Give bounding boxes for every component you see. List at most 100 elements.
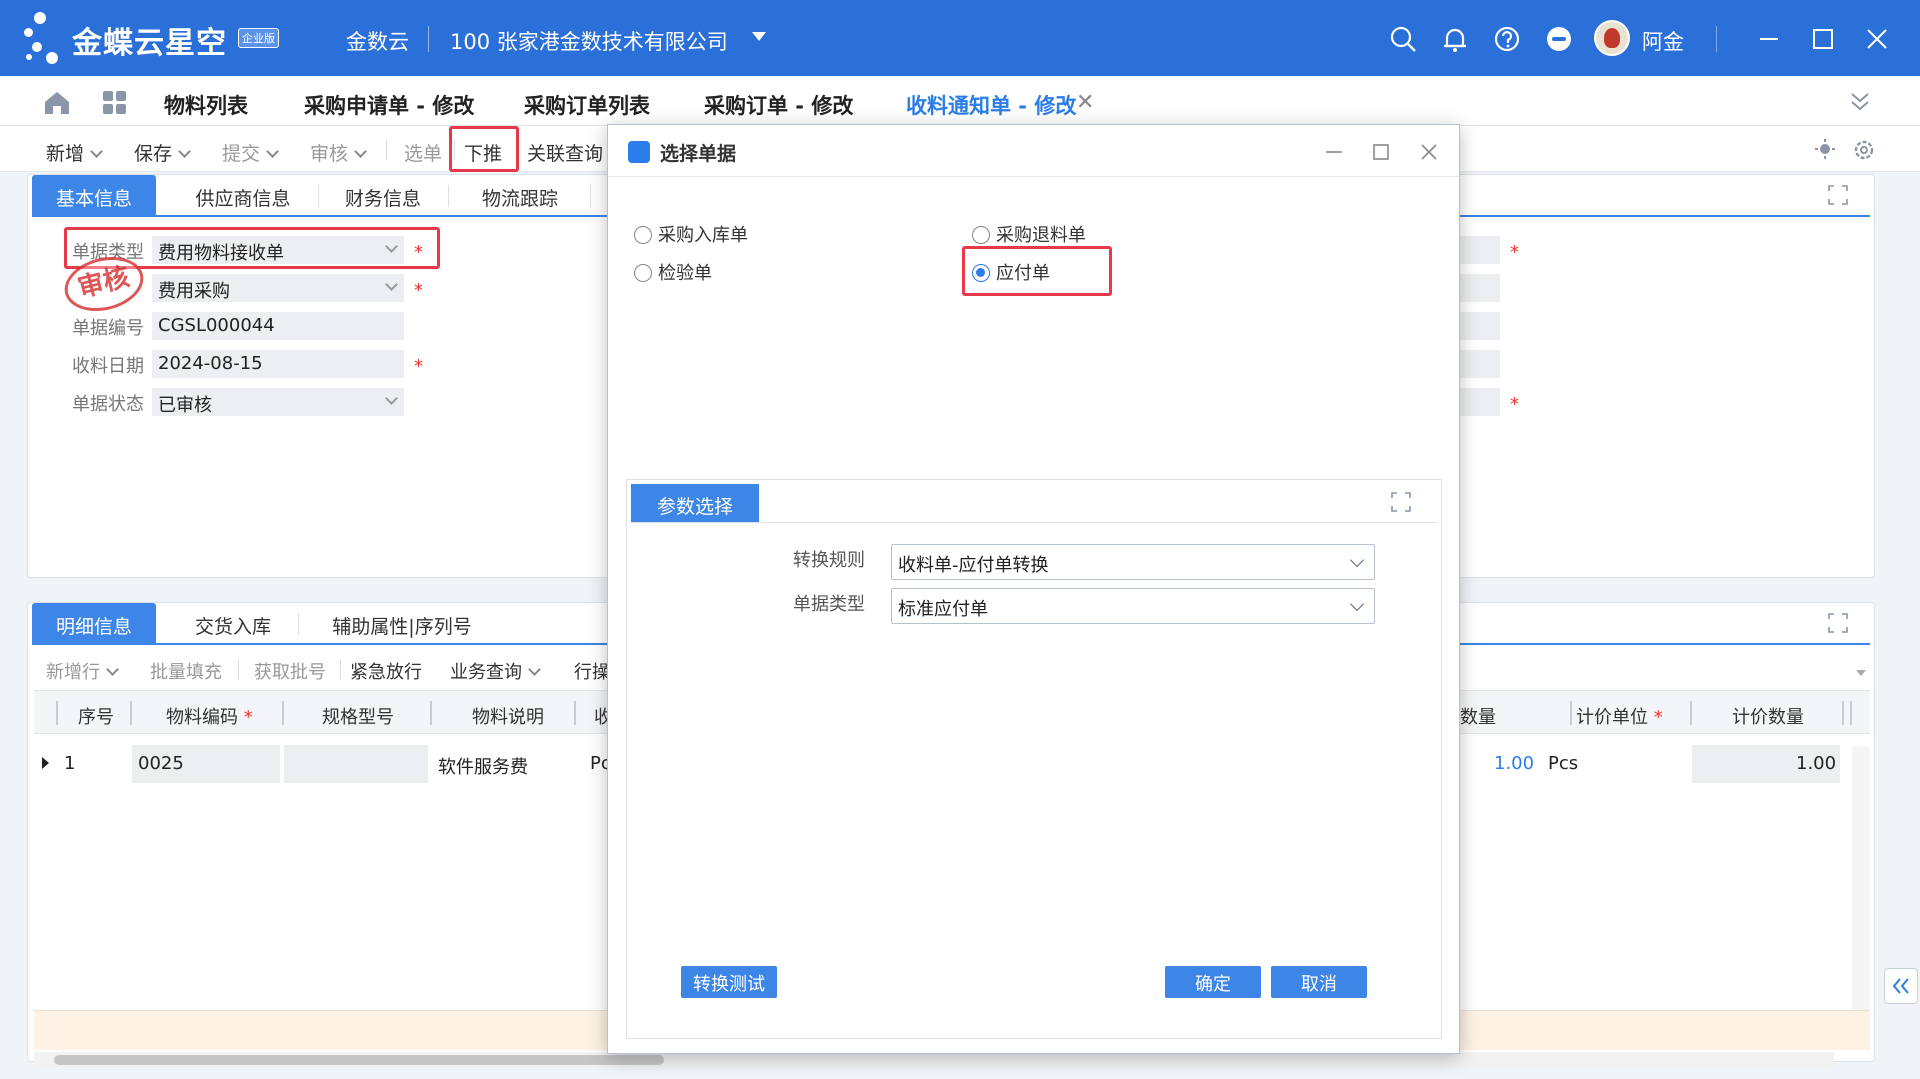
bill-no-field[interactable]: CGSL000044	[152, 312, 404, 340]
right-field-2[interactable]	[1460, 274, 1500, 302]
push-down-highlight	[449, 126, 519, 172]
tab-detail-info[interactable]: 明细信息	[32, 603, 156, 643]
chevron-down-icon[interactable]	[385, 278, 398, 291]
linked-query-button[interactable]: 关联查询	[527, 139, 603, 166]
apps-grid-icon[interactable]	[102, 90, 128, 116]
side-collapse-button[interactable]	[1884, 968, 1918, 1004]
close-icon[interactable]	[1418, 141, 1440, 163]
batch-fill-button[interactable]: 批量填充	[150, 658, 222, 684]
tab-aux-attributes[interactable]: 辅助属性|序列号	[312, 603, 492, 643]
new-label: 新增	[46, 143, 85, 165]
radio-circle[interactable]	[972, 226, 990, 244]
save-button[interactable]: 保存	[134, 139, 191, 166]
tab-basic-info[interactable]: 基本信息	[32, 175, 156, 215]
chevron-down-icon[interactable]	[106, 663, 119, 676]
tab-purchase-order-list[interactable]: 采购订单列表	[524, 90, 650, 120]
status-field[interactable]: 已审核	[152, 388, 404, 416]
right-field-4[interactable]	[1460, 350, 1500, 378]
col-material-code[interactable]: 物料编码 *	[166, 703, 253, 729]
bell-icon[interactable]	[1440, 24, 1470, 54]
settings-icon[interactable]	[1852, 138, 1876, 162]
cancel-button[interactable]: 取消	[1271, 966, 1367, 998]
convert-rule-select[interactable]: 收料单-应付单转换	[891, 544, 1375, 580]
tab-close-icon[interactable]: ✕	[1076, 90, 1094, 115]
scrollbar-thumb[interactable]	[54, 1055, 664, 1065]
right-field-5[interactable]	[1460, 388, 1500, 416]
chevron-down-icon[interactable]	[385, 392, 398, 405]
cloud-label[interactable]: 金数云	[346, 26, 409, 56]
col-description[interactable]: 物料说明	[472, 703, 544, 729]
new-button[interactable]: 新增	[46, 139, 103, 166]
chevron-down-icon[interactable]	[90, 145, 103, 158]
minimize-icon[interactable]	[1323, 141, 1345, 163]
chevron-down-icon[interactable]	[528, 663, 541, 676]
vertical-scrollbar[interactable]	[1852, 746, 1870, 1036]
chevron-down-icon[interactable]	[1349, 596, 1365, 612]
chevron-down-icon[interactable]	[266, 145, 279, 158]
tab-purchase-order-edit[interactable]: 采购订单 - 修改	[704, 90, 853, 120]
tab-param-select[interactable]: 参数选择	[631, 484, 759, 522]
chevron-down-icon[interactable]	[354, 145, 367, 158]
radio-purchase-return[interactable]: 采购退料单	[972, 221, 1086, 247]
business-query-button[interactable]: 业务查询	[450, 658, 541, 684]
col-seq[interactable]: 序号	[78, 703, 114, 729]
expand-icon[interactable]	[1391, 492, 1411, 512]
org-dropdown-icon[interactable]	[752, 32, 766, 41]
cell-price-unit[interactable]: Pcs	[1548, 753, 1578, 774]
home-icon[interactable]	[42, 90, 72, 116]
tab-material-list[interactable]: 物料列表	[164, 90, 248, 120]
tab-finance-info[interactable]: 财务信息	[328, 175, 438, 215]
convert-rule-value: 收料单-应付单转换	[898, 555, 1049, 576]
add-row-button[interactable]: 新增行	[46, 658, 119, 684]
maximize-icon[interactable]	[1370, 141, 1392, 163]
urgent-release-button[interactable]: 紧急放行	[350, 658, 422, 684]
right-field-3[interactable]	[1460, 312, 1500, 340]
help-icon[interactable]	[1492, 24, 1522, 54]
select-bill-button[interactable]: 选单	[404, 139, 442, 166]
tab-receipt-notice-edit[interactable]: 收料通知单 - 修改	[906, 90, 1076, 120]
expand-icon[interactable]	[1828, 613, 1848, 633]
theme-icon[interactable]	[1814, 138, 1836, 160]
radio-circle[interactable]	[634, 226, 652, 244]
right-field-1[interactable]	[1460, 236, 1500, 264]
col-price-qty[interactable]: 计价数量	[1732, 703, 1804, 729]
col-spec[interactable]: 规格型号	[322, 703, 394, 729]
cell-description[interactable]: 软件服务费	[438, 753, 528, 779]
dialog-titlebar[interactable]: 选择单据	[608, 125, 1459, 177]
close-icon[interactable]	[1862, 24, 1892, 54]
chat-icon[interactable]	[1544, 24, 1574, 54]
audit-button[interactable]: 审核	[310, 139, 367, 166]
search-icon[interactable]	[1388, 24, 1418, 54]
business-type-field[interactable]: 费用采购	[152, 274, 404, 302]
col-price-unit[interactable]: 计价单位 *	[1576, 703, 1663, 729]
col-qty[interactable]: 数量	[1460, 703, 1496, 729]
row-op-button[interactable]: 行操	[574, 658, 610, 684]
radio-circle[interactable]	[634, 264, 652, 282]
horizontal-scrollbar[interactable]	[34, 1052, 1834, 1068]
tab-purchase-request-edit[interactable]: 采购申请单 - 修改	[304, 90, 474, 120]
cell-material-code[interactable]: 0025	[138, 753, 184, 774]
bill-type-select[interactable]: 标准应付单	[891, 588, 1375, 624]
convert-test-button[interactable]: 转换测试	[681, 966, 777, 998]
toolbar-more-icon[interactable]	[1856, 670, 1866, 676]
tab-supplier-info[interactable]: 供应商信息	[178, 175, 308, 215]
maximize-icon[interactable]	[1808, 24, 1838, 54]
chevron-down-icon[interactable]	[178, 145, 191, 158]
receive-date-field[interactable]: 2024-08-15	[152, 350, 404, 378]
cell-qty[interactable]: 1.00	[1494, 753, 1534, 774]
get-lot-button[interactable]: 获取批号	[254, 658, 326, 684]
chevron-down-icon[interactable]	[1349, 552, 1365, 568]
org-selector[interactable]: 100 张家港金数技术有限公司	[450, 26, 728, 56]
user-name[interactable]: 阿金	[1642, 26, 1684, 56]
cell-price-qty[interactable]: 1.00	[1796, 753, 1836, 774]
tab-delivery-stockin[interactable]: 交货入库	[178, 603, 288, 643]
radio-purchase-stockin[interactable]: 采购入库单	[634, 221, 748, 247]
tab-logistics[interactable]: 物流跟踪	[464, 175, 576, 215]
collapse-tabs-icon[interactable]	[1848, 90, 1872, 114]
submit-button[interactable]: 提交	[222, 139, 279, 166]
radio-inspection[interactable]: 检验单	[634, 259, 712, 285]
ok-button[interactable]: 确定	[1165, 966, 1261, 998]
minimize-icon[interactable]	[1754, 24, 1784, 54]
avatar[interactable]	[1594, 20, 1630, 56]
expand-icon[interactable]	[1828, 185, 1848, 205]
